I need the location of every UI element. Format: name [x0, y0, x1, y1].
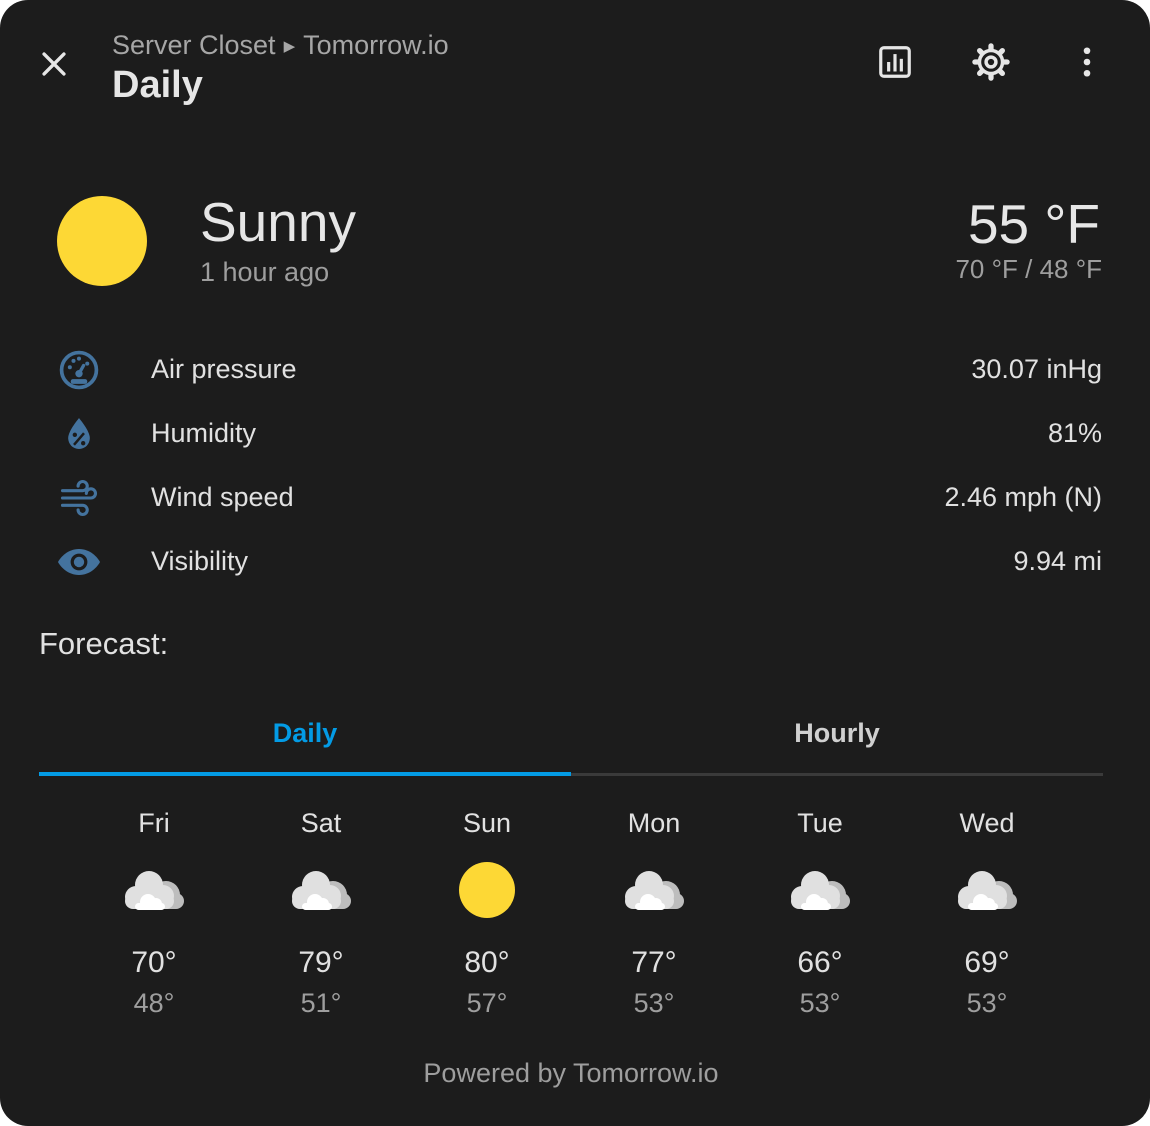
- attribute-value: 9.94 mi: [1013, 546, 1102, 576]
- attribute-label: Humidity: [151, 418, 257, 448]
- day-high: 70°: [131, 946, 177, 979]
- attribute-value: 30.07 inHg: [971, 354, 1102, 384]
- forecast-day: Wed 69° 53°: [917, 808, 1057, 1019]
- active-tab-indicator: [39, 772, 571, 776]
- breadcrumb-parent: Server Closet: [112, 30, 276, 60]
- attribute-row-humidity: Humidity 81%: [0, 402, 1150, 466]
- close-icon: [42, 52, 66, 76]
- attribute-value: 81%: [1047, 418, 1102, 448]
- settings-button[interactable]: [965, 36, 1017, 88]
- sunny-icon: [459, 862, 515, 918]
- forecast-day: Mon 77° 53°: [584, 808, 724, 1019]
- forecast-day: Sun 80° 57°: [417, 808, 557, 1019]
- dialog-title: Daily: [112, 64, 203, 106]
- day-high: 77°: [631, 946, 677, 979]
- attribute-row-visibility: Visibility 9.94 mi: [0, 530, 1150, 594]
- sunny-icon: [57, 196, 147, 286]
- breadcrumb-child: Tomorrow.io: [303, 30, 449, 60]
- water-percent-icon: [55, 414, 103, 454]
- tab-daily[interactable]: Daily: [39, 690, 571, 776]
- day-high: 80°: [464, 946, 510, 979]
- day-high: 69°: [964, 946, 1010, 979]
- breadcrumb-separator-icon: ▶: [283, 38, 296, 55]
- day-name: Fri: [138, 808, 170, 838]
- attribute-row-wind-speed: Wind speed 2.46 mph (N): [0, 466, 1150, 530]
- attribution: Powered by Tomorrow.io: [423, 1058, 719, 1088]
- eye-icon: [55, 542, 103, 582]
- attribute-value: 2.46 mph (N): [944, 482, 1102, 512]
- weather-more-info-dialog: Server Closet ▶ Tomorrow.io Daily Sunny …: [0, 0, 1150, 1126]
- dots-vertical-icon: [1083, 47, 1091, 77]
- day-low: 51°: [300, 988, 342, 1018]
- gauge-icon: [55, 350, 103, 390]
- current-temperature: 55 °F: [967, 193, 1100, 255]
- cloudy-icon: [125, 871, 184, 910]
- attribute-label: Air pressure: [151, 354, 297, 384]
- day-name: Tue: [797, 808, 843, 838]
- day-low: 48°: [133, 988, 175, 1018]
- attribute-row-air-pressure: Air pressure 30.07 inHg: [0, 338, 1150, 402]
- forecast-day: Sat 79° 51°: [251, 808, 391, 1019]
- tab-hourly[interactable]: Hourly: [571, 690, 1103, 776]
- condition-name: Sunny: [200, 191, 356, 253]
- attribute-label: Wind speed: [151, 482, 294, 512]
- day-high: 79°: [298, 946, 344, 979]
- cloudy-icon: [625, 871, 684, 910]
- forecast-day: Tue 66° 53°: [750, 808, 890, 1019]
- temperature-high-low: 70 °F / 48 °F: [955, 254, 1102, 284]
- day-low: 53°: [633, 988, 675, 1018]
- day-name: Sat: [300, 808, 342, 838]
- history-button[interactable]: [869, 36, 921, 88]
- close-button[interactable]: [30, 40, 78, 88]
- attribute-label: Visibility: [151, 546, 249, 576]
- wind-icon: [55, 478, 103, 518]
- day-name: Wed: [959, 808, 1015, 838]
- cloudy-icon: [292, 871, 351, 910]
- forecast-day: Fri 70° 48°: [84, 808, 224, 1019]
- cloudy-icon: [958, 871, 1017, 910]
- more-options-button[interactable]: [1061, 36, 1113, 88]
- chart-box-icon: [879, 46, 911, 78]
- day-low: 53°: [966, 988, 1008, 1018]
- last-updated: 1 hour ago: [200, 257, 330, 287]
- day-high: 66°: [797, 946, 843, 979]
- day-low: 53°: [799, 988, 841, 1018]
- day-name: Mon: [627, 808, 681, 838]
- breadcrumb: Server Closet ▶ Tomorrow.io: [112, 30, 449, 61]
- cloudy-icon: [791, 871, 850, 910]
- day-name: Sun: [462, 808, 512, 838]
- gear-icon: [972, 43, 1010, 81]
- day-low: 57°: [466, 988, 508, 1018]
- forecast-heading: Forecast:: [39, 626, 169, 661]
